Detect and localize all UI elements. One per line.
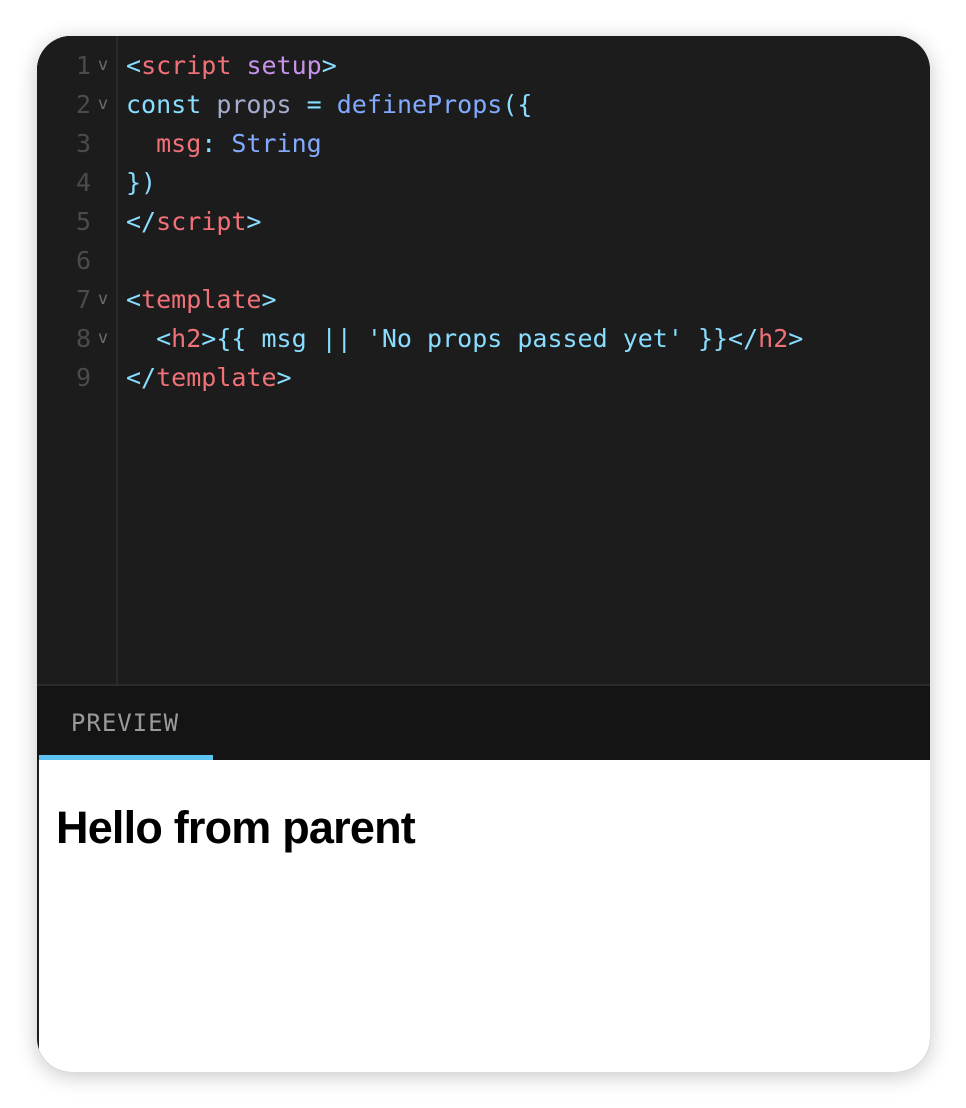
line-number: 5 [75,207,91,236]
line-number: 1 [75,51,91,80]
code-token: > [321,51,337,80]
code-token: script [141,51,232,80]
line-number: 8 [75,324,91,353]
code-token: > [276,363,292,392]
code-token: </ [126,207,157,236]
code-token: setup [246,51,322,80]
code-token: ({ [502,90,533,119]
line-number: 2 [75,90,91,119]
preview-heading: Hello from parent [56,802,416,853]
code-playground-window: 1v2v34567v8v9 <script setup> const props … [37,36,930,1072]
code-line: <script setup> [126,46,930,85]
code-token: < [126,285,142,314]
line-number: 9 [75,363,91,392]
line-number: 7 [75,285,91,314]
tab-preview[interactable]: PREVIEW [37,686,213,760]
code-editor[interactable]: 1v2v34567v8v9 <script setup> const props … [37,36,930,684]
code-token: const [126,90,202,119]
fold-chevron-icon[interactable]: v [95,280,111,319]
code-token: template [141,285,262,314]
code-token: < [126,51,142,80]
line-number: 4 [75,168,91,197]
line-number: 3 [75,129,91,158]
code-token: String [231,129,322,158]
code-token: : [201,129,232,158]
code-line: }) [126,163,930,202]
code-token: props [201,90,307,119]
code-token: defineProps [321,90,503,119]
preview-pane: Hello from parent [39,760,930,1072]
code-token: = [306,90,322,119]
code-line: msg: String [126,124,930,163]
code-token: template [156,363,277,392]
code-line: <template> [126,280,930,319]
code-line: </script> [126,202,930,241]
fold-chevron-icon[interactable]: v [95,85,111,124]
code-token: > [246,207,262,236]
code-line: </template> [126,358,930,397]
code-token: > [261,285,277,314]
code-token: h2 [171,324,202,353]
code-line: <h2>{{ msg || 'No props passed yet' }}</… [126,319,930,358]
line-number: 6 [75,246,91,275]
code-token: }) [126,168,157,197]
fold-chevron-icon[interactable]: v [95,319,111,358]
output-tab-bar: PREVIEW [37,686,930,760]
code-line: const props = defineProps({ [126,85,930,124]
tab-preview-label: PREVIEW [70,709,180,737]
code-token: script [156,207,247,236]
line-number-gutter: 1v2v34567v8v9 [37,36,118,684]
code-token: msg [126,129,202,158]
code-token: </ [126,363,157,392]
fold-chevron-icon[interactable]: v [95,46,111,85]
code-token: >{{ msg || 'No props passed yet' }}</ [201,324,759,353]
code-token: h2 [758,324,789,353]
code-token: > [788,324,804,353]
code-area[interactable]: <script setup> const props = defineProps(… [126,46,930,397]
code-token: < [126,324,172,353]
